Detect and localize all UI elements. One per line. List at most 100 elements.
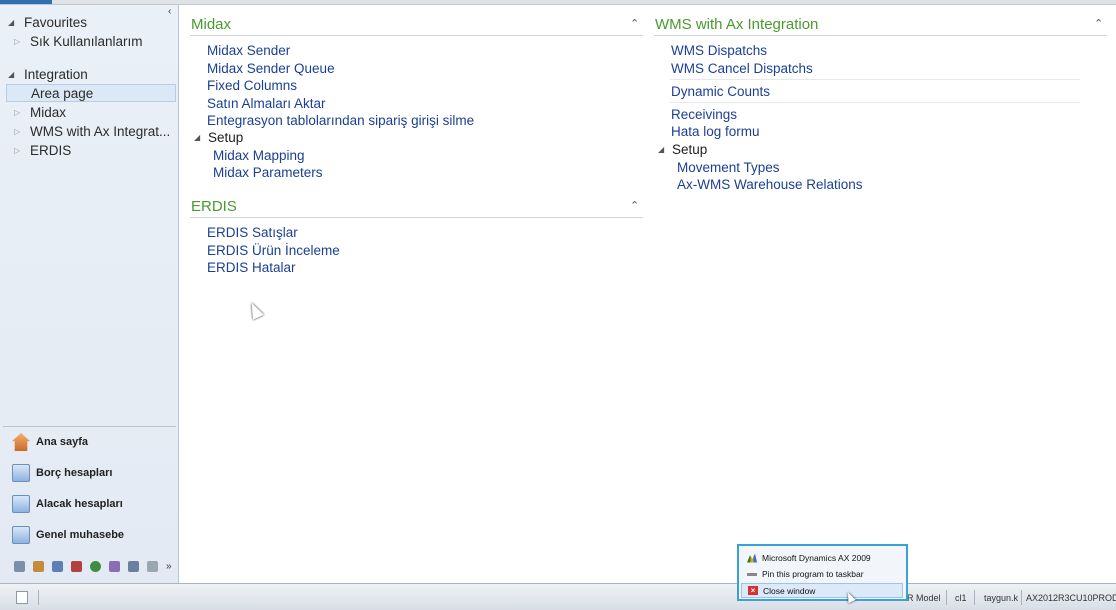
status-user: taygun.k bbox=[984, 593, 1019, 603]
group-rule bbox=[190, 217, 643, 218]
nav-button-label: Ana sayfa bbox=[36, 436, 88, 448]
nav-item-label: WMS with Ax Integrat... bbox=[30, 124, 171, 139]
subgroup-midax-setup[interactable]: ◢ Setup bbox=[194, 130, 243, 145]
group-title-midax: Midax bbox=[191, 16, 232, 33]
nav-item-erdis[interactable]: ▷ ERDIS bbox=[14, 143, 71, 158]
link-midax-mapping[interactable]: Midax Mapping bbox=[213, 148, 305, 163]
expanded-triangle-icon: ◢ bbox=[658, 145, 665, 154]
dynamics-ax-icon bbox=[747, 553, 757, 563]
group-rule bbox=[654, 35, 1107, 36]
link-midax-sender[interactable]: Midax Sender bbox=[207, 43, 290, 58]
navigation-pane: ‹ ◢ Favourites ▷ Sık Kullanılanlarım ◢ I… bbox=[0, 5, 179, 583]
nav-section-label: Integration bbox=[24, 67, 88, 82]
link-separator bbox=[670, 102, 1080, 103]
settings-icon[interactable] bbox=[147, 561, 158, 572]
status-model: R Model bbox=[907, 593, 941, 603]
nav-item-label: Midax bbox=[30, 105, 67, 120]
link-wms-dispatchs[interactable]: WMS Dispatchs bbox=[671, 43, 767, 58]
link-dynamic-counts[interactable]: Dynamic Counts bbox=[671, 84, 770, 99]
reports-icon[interactable] bbox=[71, 561, 82, 572]
link-fixed-columns[interactable]: Fixed Columns bbox=[207, 78, 297, 93]
nav-section-label: Favourites bbox=[24, 15, 88, 30]
nav-button-borc-hesaplari[interactable]: Borç hesapları bbox=[12, 464, 112, 482]
link-erdis-satislar[interactable]: ERDIS Satışlar bbox=[207, 225, 298, 240]
jump-list-close-label: Close window bbox=[763, 585, 816, 596]
link-erdis-urun-inceleme[interactable]: ERDIS Ürün İnceleme bbox=[207, 243, 340, 258]
expanded-triangle-icon: ◢ bbox=[8, 70, 15, 79]
nav-item-label: ERDIS bbox=[30, 143, 72, 158]
subgroup-label: Setup bbox=[208, 130, 244, 145]
nav-button-ana-sayfa[interactable]: Ana sayfa bbox=[12, 433, 88, 451]
nav-item-midax[interactable]: ▷ Midax bbox=[14, 105, 66, 120]
users-icon[interactable] bbox=[128, 561, 139, 572]
link-midax-parameters[interactable]: Midax Parameters bbox=[213, 165, 323, 180]
jump-list-pin-label: Pin this program to taskbar bbox=[762, 569, 864, 579]
link-movement-types[interactable]: Movement Types bbox=[677, 160, 780, 175]
accounts-receivable-icon bbox=[12, 495, 30, 513]
accounts-payable-icon bbox=[12, 464, 30, 482]
link-ax-wms-warehouse-relations[interactable]: Ax-WMS Warehouse Relations bbox=[677, 177, 863, 192]
group-title-wms: WMS with Ax Integration bbox=[655, 16, 819, 33]
link-hata-log-formu[interactable]: Hata log formu bbox=[671, 124, 760, 139]
fixed-assets-icon[interactable] bbox=[14, 561, 25, 572]
nav-button-label: Alacak hesapları bbox=[36, 498, 123, 510]
general-ledger-icon bbox=[12, 526, 30, 544]
production-icon[interactable] bbox=[52, 561, 63, 572]
link-receivings[interactable]: Receivings bbox=[671, 107, 737, 122]
collapse-group-icon[interactable]: ⌃ bbox=[1094, 17, 1103, 30]
area-page-content: Midax ⌃ Midax Sender Midax Sender Queue … bbox=[180, 5, 1116, 583]
collapsed-triangle-icon: ▷ bbox=[14, 127, 21, 136]
group-rule bbox=[190, 35, 643, 36]
link-satin-almalari-aktar[interactable]: Satın Almaları Aktar bbox=[207, 96, 326, 111]
status-company[interactable]: cl1 bbox=[955, 593, 967, 603]
nav-item-label: Area page bbox=[31, 85, 94, 101]
jump-list-app-label: Microsoft Dynamics AX 2009 bbox=[762, 553, 871, 563]
people-icon[interactable] bbox=[109, 561, 120, 572]
nav-button-genel-muhasebe[interactable]: Genel muhasebe bbox=[12, 526, 124, 544]
nav-item-sik-kullanilanlarim[interactable]: ▷ Sık Kullanılanlarım bbox=[14, 34, 143, 49]
nav-item-area-page[interactable]: Area page bbox=[6, 84, 176, 102]
collapse-group-icon[interactable]: ⌃ bbox=[630, 199, 639, 212]
status-server: AX2012R3CU10PROD ... bbox=[1026, 593, 1116, 603]
jump-list-app[interactable]: Microsoft Dynamics AX 2009 bbox=[747, 553, 871, 563]
expanded-triangle-icon: ◢ bbox=[194, 133, 201, 142]
subgroup-wms-setup[interactable]: ◢ Setup bbox=[658, 142, 707, 157]
globe-icon[interactable] bbox=[90, 561, 101, 572]
file-tab-accent[interactable] bbox=[0, 0, 52, 4]
subgroup-label: Setup bbox=[672, 142, 708, 157]
inventory-icon[interactable] bbox=[33, 561, 44, 572]
status-divider bbox=[38, 590, 39, 605]
taskbar-jump-list: Microsoft Dynamics AX 2009 Pin this prog… bbox=[737, 544, 908, 601]
status-divider bbox=[946, 590, 947, 605]
home-icon bbox=[12, 433, 30, 451]
expanded-triangle-icon: ◢ bbox=[8, 18, 15, 27]
nav-button-label: Borç hesapları bbox=[36, 467, 113, 479]
collapse-group-icon[interactable]: ⌃ bbox=[630, 17, 639, 30]
link-midax-sender-queue[interactable]: Midax Sender Queue bbox=[207, 61, 335, 76]
nav-item-label: Sık Kullanılanlarım bbox=[30, 34, 143, 49]
nav-button-alacak-hesaplari[interactable]: Alacak hesapları bbox=[12, 495, 123, 513]
nav-item-wms-integration[interactable]: ▷ WMS with Ax Integrat... bbox=[14, 124, 170, 139]
link-erdis-hatalar[interactable]: ERDIS Hatalar bbox=[207, 260, 296, 275]
collapse-pane-icon[interactable]: ‹ bbox=[168, 6, 171, 17]
pin-icon bbox=[747, 572, 757, 576]
status-bar: R Model cl1 taygun.k AX2012R3CU10PROD ..… bbox=[0, 583, 1116, 610]
jump-list-close-window[interactable]: × Close window bbox=[741, 583, 903, 598]
close-icon: × bbox=[748, 586, 758, 595]
nav-divider bbox=[3, 426, 176, 427]
status-divider bbox=[974, 590, 975, 605]
more-icon[interactable]: » bbox=[166, 561, 177, 572]
link-entegrasyon-silme[interactable]: Entegrasyon tablolarından sipariş girişi… bbox=[207, 113, 474, 128]
collapsed-triangle-icon: ▷ bbox=[14, 108, 21, 117]
status-divider bbox=[1021, 590, 1022, 605]
link-wms-cancel-dispatchs[interactable]: WMS Cancel Dispatchs bbox=[671, 61, 813, 76]
link-separator bbox=[670, 79, 1080, 80]
group-title-erdis: ERDIS bbox=[191, 198, 237, 215]
nav-section-integration[interactable]: ◢ Integration bbox=[8, 67, 88, 82]
module-icon-strip: » bbox=[14, 561, 177, 572]
document-status-icon[interactable] bbox=[16, 591, 28, 604]
nav-button-label: Genel muhasebe bbox=[36, 529, 125, 541]
jump-list-pin[interactable]: Pin this program to taskbar bbox=[747, 569, 864, 579]
collapsed-triangle-icon: ▷ bbox=[14, 37, 21, 46]
nav-section-favourites[interactable]: ◢ Favourites bbox=[8, 15, 87, 30]
